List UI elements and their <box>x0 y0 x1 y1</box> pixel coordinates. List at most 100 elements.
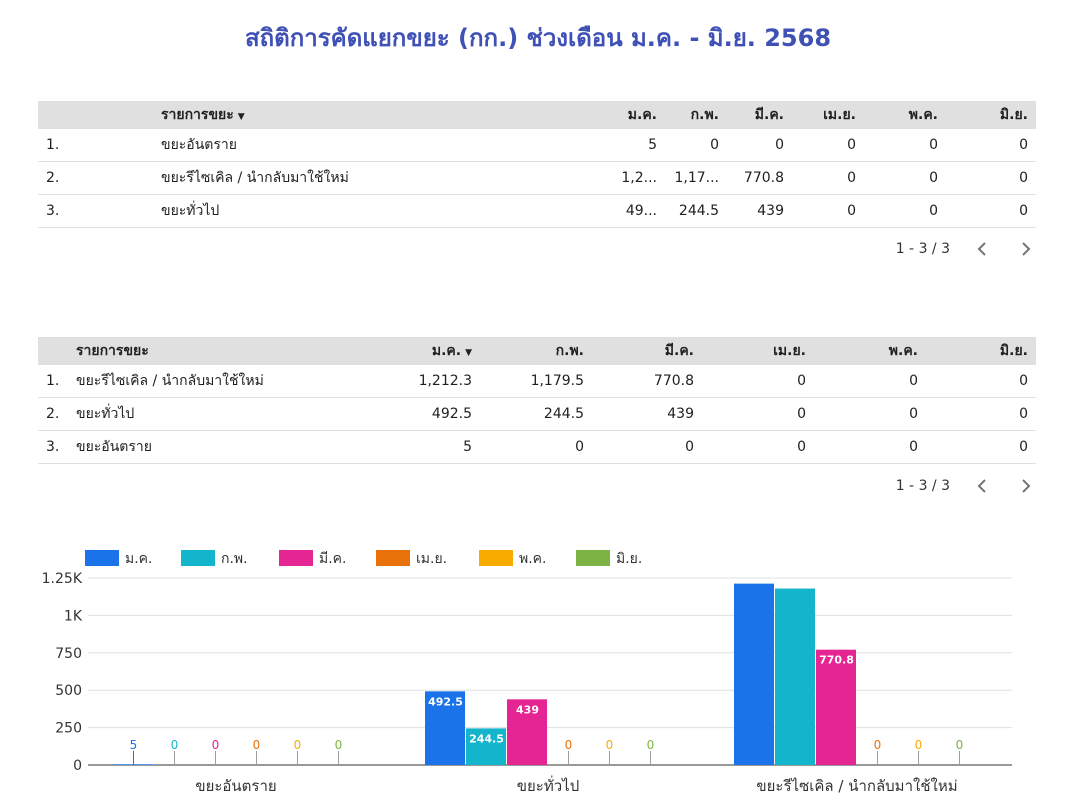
cell-value: 0 <box>864 129 946 162</box>
table-row: 3. ขยะอันตราย 5 0 0 0 0 0 <box>38 430 1036 464</box>
data-label: 0 <box>874 738 882 752</box>
column-header-item[interactable]: รายการขยะ ▼ <box>153 101 613 129</box>
table-row: 2. ขยะทั่วไป 492.5 244.5 439 0 0 0 <box>38 397 1036 431</box>
cell-value: 0 <box>946 194 1036 228</box>
data-label: 0 <box>335 738 343 752</box>
pagination-label: 1 - 3 / 3 <box>895 241 950 257</box>
cell-value: 0 <box>946 161 1036 195</box>
column-header-apr[interactable]: เม.ย. <box>702 337 814 365</box>
y-tick-label: 0 <box>73 758 82 774</box>
table-header-row: รายการขยะ ▼ ม.ค. ก.พ. มี.ค. เม.ย. พ.ค. มิ… <box>38 101 1036 129</box>
row-name: ขยะรีไซเคิล / นำกลับมาใช้ใหม่ <box>153 161 613 195</box>
cell-value: 439 <box>727 194 792 228</box>
cell-value: 0 <box>814 365 926 398</box>
cell-value: 0 <box>665 129 727 162</box>
index-header <box>38 101 153 129</box>
legend-swatch <box>376 550 410 566</box>
row-index: 3. <box>38 430 68 464</box>
legend-label: ม.ค. <box>125 551 153 567</box>
column-header-may[interactable]: พ.ค. <box>864 101 946 129</box>
cell-value: 0 <box>792 161 864 195</box>
cell-value: 0 <box>926 430 1036 464</box>
cell-value: 0 <box>480 430 592 464</box>
pagination-label: 1 - 3 / 3 <box>895 478 950 494</box>
column-header-jan[interactable]: ม.ค. ▼ <box>368 337 480 365</box>
legend-swatch <box>85 550 119 566</box>
column-header-jun[interactable]: มิ.ย. <box>926 337 1036 365</box>
pagination-2: 1 - 3 / 3 <box>896 477 1034 495</box>
column-header-mar[interactable]: มี.ค. <box>727 101 792 129</box>
legend-swatch <box>181 550 215 566</box>
table-row: 3. ขยะทั่วไป 49... 244.5 439 0 0 0 <box>38 194 1036 228</box>
cell-value: 0 <box>702 397 814 431</box>
cell-value: 5 <box>368 430 480 464</box>
column-header-may[interactable]: พ.ค. <box>814 337 926 365</box>
data-label: 244.5 <box>469 732 504 745</box>
table-row: 1. ขยะอันตราย 5 0 0 0 0 0 <box>38 129 1036 162</box>
column-header-feb[interactable]: ก.พ. <box>480 337 592 365</box>
row-name: ขยะทั่วไป <box>153 194 613 228</box>
data-label: 770.8 <box>819 654 854 667</box>
y-tick-label: 1.25K <box>42 571 83 587</box>
data-label: 0 <box>294 738 302 752</box>
data-label: 0 <box>606 738 614 752</box>
cell-value: 0 <box>926 365 1036 398</box>
cell-value: 1,212.3 <box>368 365 480 398</box>
y-tick-label: 500 <box>55 683 82 699</box>
cell-value: 0 <box>792 129 864 162</box>
row-index: 2. <box>38 397 68 431</box>
column-header-mar[interactable]: มี.ค. <box>592 337 702 365</box>
x-category-label: ขยะรีไซเคิล / นำกลับมาใช้ใหม่ <box>756 777 957 795</box>
row-name: ขยะอันตราย <box>153 129 613 162</box>
cell-value: 0 <box>814 430 926 464</box>
row-index: 2. <box>38 161 153 195</box>
bar <box>775 588 815 765</box>
legend-swatch <box>279 550 313 566</box>
legend-label: มี.ค. <box>319 551 347 567</box>
x-category-label: ขยะอันตราย <box>195 777 276 795</box>
data-label: 0 <box>647 738 655 752</box>
cell-value: 770.8 <box>592 365 702 398</box>
row-index: 1. <box>38 365 68 398</box>
chevron-right-icon[interactable] <box>1016 477 1034 495</box>
chevron-left-icon[interactable] <box>974 240 992 258</box>
data-label: 0 <box>212 738 220 752</box>
data-label: 0 <box>253 738 261 752</box>
y-tick-label: 1K <box>64 608 83 624</box>
sort-desc-icon: ▼ <box>237 112 245 122</box>
column-header-feb[interactable]: ก.พ. <box>665 101 727 129</box>
page-title: สถิติการคัดแยกขยะ (กก.) ช่วงเดือน ม.ค. -… <box>244 24 832 52</box>
cell-value: 492.5 <box>368 397 480 431</box>
cell-value: 0 <box>702 365 814 398</box>
cell-value: 1,2... <box>613 161 665 195</box>
cell-value: 0 <box>926 397 1036 431</box>
x-category-label: ขยะทั่วไป <box>517 775 579 795</box>
data-label: 0 <box>956 738 964 752</box>
index-header <box>38 337 68 365</box>
cell-value: 244.5 <box>665 194 727 228</box>
cell-value: 5 <box>613 129 665 162</box>
chevron-right-icon[interactable] <box>1016 240 1034 258</box>
waste-bar-chart: ม.ค. ก.พ. มี.ค. เม.ย. พ.ค. มิ.ย.02505007501K1… <box>42 550 1012 795</box>
waste-table-2: รายการขยะ ม.ค. ▼ ก.พ. มี.ค. เม.ย. พ.ค. มิ… <box>38 337 1036 464</box>
data-label: 0 <box>171 738 179 752</box>
column-header-jun[interactable]: มิ.ย. <box>946 101 1036 129</box>
bar <box>734 583 774 765</box>
sort-desc-icon: ▼ <box>465 348 472 358</box>
chevron-left-icon[interactable] <box>974 477 992 495</box>
cell-value: 439 <box>592 397 702 431</box>
cell-value: 0 <box>592 430 702 464</box>
y-tick-label: 250 <box>55 721 82 737</box>
waste-table-1: รายการขยะ ▼ ม.ค. ก.พ. มี.ค. เม.ย. พ.ค. มิ… <box>38 101 1036 228</box>
row-index: 3. <box>38 194 153 228</box>
column-header-apr[interactable]: เม.ย. <box>792 101 864 129</box>
column-header-item[interactable]: รายการขยะ <box>68 337 368 365</box>
cell-value: 0 <box>814 397 926 431</box>
cell-value: 49... <box>613 194 665 228</box>
data-label: 0 <box>565 738 573 752</box>
table-header-row: รายการขยะ ม.ค. ▼ ก.พ. มี.ค. เม.ย. พ.ค. มิ… <box>38 337 1036 365</box>
legend-label: มิ.ย. <box>616 551 642 567</box>
column-header-jan[interactable]: ม.ค. <box>613 101 665 129</box>
data-label: 439 <box>516 703 539 716</box>
legend-swatch <box>576 550 610 566</box>
